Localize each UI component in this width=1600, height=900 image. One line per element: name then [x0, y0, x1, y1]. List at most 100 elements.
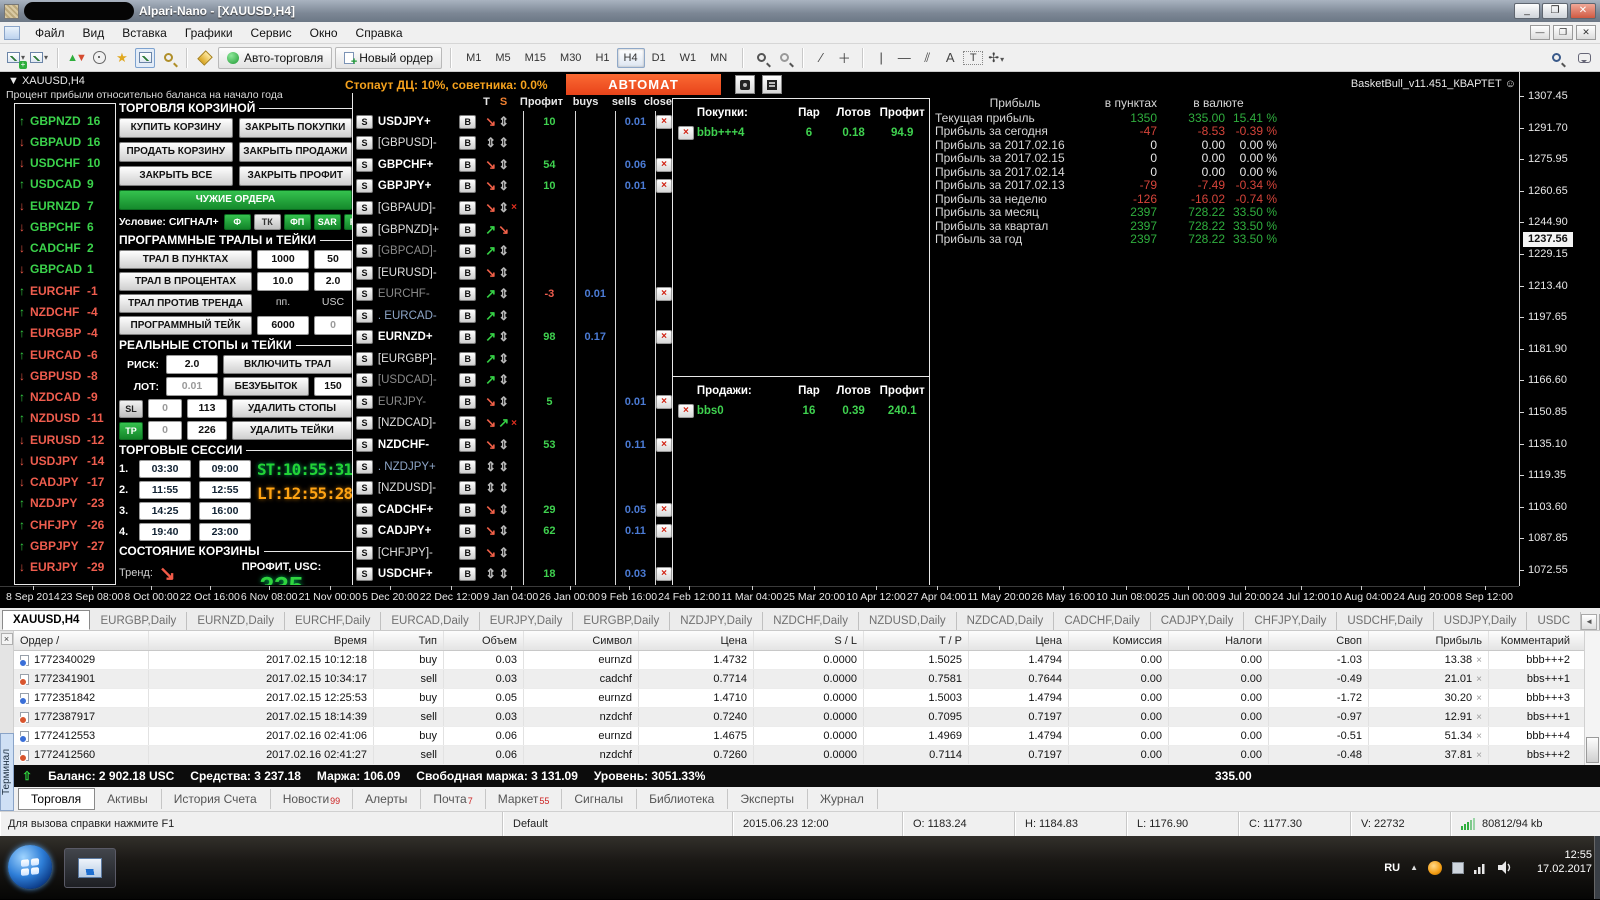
terminal-tab[interactable]: Алерты [353, 789, 421, 809]
order-row[interactable]: 1772412560 2017.02.16 02:41:27 sell 0.06… [14, 746, 1584, 765]
tral-points-button[interactable]: ТРАЛ В ПУНКТАХ [119, 250, 252, 269]
close-pair-button[interactable]: × [656, 395, 672, 409]
sell-pair-button[interactable]: S [356, 481, 373, 495]
buy-pair-button[interactable]: B [459, 158, 476, 172]
tp-tag[interactable]: TP [119, 422, 143, 440]
prog-take-button[interactable]: ПРОГРАММНЫЙ ТЕЙК [119, 316, 252, 335]
terminal-icon[interactable] [135, 48, 155, 68]
buy-pair-button[interactable]: B [459, 481, 476, 495]
close-basket-button[interactable]: × [678, 126, 694, 140]
sell-pair-button[interactable]: S [356, 546, 373, 560]
session-to-field[interactable]: 23:00 [199, 523, 251, 541]
tp-field-1[interactable]: 0 [148, 421, 182, 440]
terminal-vertical-tab[interactable]: Терминал [0, 733, 14, 811]
orders-column-header[interactable]: Тип [374, 631, 444, 650]
sell-pair-button[interactable]: S [356, 330, 373, 344]
buy-pair-button[interactable]: B [459, 438, 476, 452]
signal-toggle[interactable]: SAR [314, 214, 341, 230]
automat-button[interactable]: АВТОМАТ [566, 74, 721, 95]
sell-pair-button[interactable]: S [356, 223, 373, 237]
chart-tab[interactable]: CADJPY,Daily [1151, 612, 1245, 630]
sell-pair-button[interactable]: S [356, 524, 373, 538]
tabs-scroll-left-button[interactable]: ◄ [1581, 614, 1597, 630]
sell-pair-button[interactable]: S [356, 352, 373, 366]
close-pair-button[interactable]: × [656, 287, 672, 301]
autotrading-button[interactable]: Авто-торговля [218, 47, 332, 69]
new-chart-icon[interactable]: +▾ [6, 48, 26, 68]
buy-pair-button[interactable]: B [459, 244, 476, 258]
market-watch-icon[interactable]: ▲▼ [66, 48, 86, 68]
order-row[interactable]: 1772412553 2017.02.16 02:41:06 buy 0.06 … [14, 727, 1584, 746]
sl-tag[interactable]: SL [119, 400, 143, 418]
scrollbar-thumb[interactable] [1586, 737, 1599, 763]
terminal-tab[interactable]: Почта7 [421, 789, 485, 809]
label-tool-icon[interactable]: T [963, 51, 983, 65]
orders-column-header[interactable]: Время [149, 631, 374, 650]
menu-item[interactable]: Вставка [113, 24, 176, 42]
order-close-x-icon[interactable]: × [1476, 674, 1482, 685]
navigator-icon[interactable]: ★ [112, 48, 132, 68]
start-button[interactable] [8, 845, 52, 889]
chart-tab[interactable]: EURGBP,Daily [90, 612, 187, 630]
taskbar-app-button[interactable] [64, 848, 116, 888]
buy-pair-button[interactable]: B [459, 352, 476, 366]
buy-pair-button[interactable]: B [459, 115, 476, 129]
cursor-tool-icon[interactable]: ∕ [811, 50, 831, 65]
buy-pair-button[interactable]: B [459, 330, 476, 344]
orders-column-header[interactable]: Комментарий [1489, 631, 1584, 650]
buy-pair-button[interactable]: B [459, 309, 476, 323]
tral-points-field-2[interactable]: 50 [314, 250, 352, 269]
close-all-button[interactable]: ЗАКРЫТЬ ВСЕ [119, 166, 233, 186]
tray-action-center-icon[interactable] [1452, 862, 1464, 874]
chart-tab[interactable]: EURCHF,Daily [285, 612, 381, 630]
restore-button[interactable]: ❐ [1542, 3, 1568, 19]
mdi-close-button[interactable]: ✕ [1576, 25, 1596, 40]
sell-pair-button[interactable]: S [356, 201, 373, 215]
vline-tool-icon[interactable]: | [871, 50, 891, 65]
chart-tab[interactable]: NZDCAD,Daily [957, 612, 1055, 630]
text-tool-icon[interactable]: A [940, 50, 960, 65]
session-to-field[interactable]: 09:00 [199, 460, 251, 478]
sell-pair-button[interactable]: S [356, 373, 373, 387]
chart-tab[interactable]: EURJPY,Daily [480, 612, 574, 630]
sell-pair-button[interactable]: S [356, 136, 373, 150]
buy-pair-button[interactable]: B [459, 503, 476, 517]
timeframe-button[interactable]: M5 [488, 48, 517, 68]
profiles-icon[interactable]: ▾ [29, 48, 49, 68]
orders-column-header[interactable]: Объем [444, 631, 524, 650]
chat-icon[interactable] [1574, 48, 1594, 68]
buy-pair-button[interactable]: B [459, 460, 476, 474]
buy-pair-button[interactable]: B [459, 266, 476, 280]
language-indicator[interactable]: RU [1384, 862, 1400, 874]
timeframe-button[interactable]: W1 [673, 48, 704, 68]
sell-pair-button[interactable]: S [356, 309, 373, 323]
zoom-in-icon[interactable] [751, 48, 771, 68]
sell-pair-button[interactable]: S [356, 266, 373, 280]
search-icon[interactable] [1546, 48, 1566, 68]
prog-take-field-2[interactable]: 0 [314, 316, 352, 335]
mdi-minimize-button[interactable]: — [1530, 25, 1550, 40]
sell-pair-button[interactable]: S [356, 460, 373, 474]
order-row[interactable]: 1772351842 2017.02.15 12:25:53 buy 0.05 … [14, 689, 1584, 708]
menu-item[interactable]: Вид [74, 24, 114, 42]
close-pair-button[interactable]: × [656, 438, 672, 452]
chart-tab[interactable]: USDJPY,Daily [1434, 612, 1528, 630]
tray-expand-icon[interactable]: ▲ [1410, 863, 1418, 872]
buy-pair-button[interactable]: B [459, 524, 476, 538]
network-icon[interactable] [1474, 862, 1488, 874]
volume-icon[interactable] [1498, 861, 1512, 874]
buy-pair-button[interactable]: B [459, 395, 476, 409]
timeframe-button[interactable]: M15 [518, 48, 553, 68]
sl-field-2[interactable]: 113 [187, 399, 227, 418]
chart-tab[interactable]: CHFJPY,Daily [1244, 612, 1337, 630]
session-from-field[interactable]: 03:30 [139, 460, 191, 478]
session-from-field[interactable]: 11:55 [139, 481, 191, 499]
buy-pair-button[interactable]: B [459, 136, 476, 150]
orders-column-header[interactable]: Налоги [1169, 631, 1269, 650]
taskbar-clock[interactable]: 12:55 17.02.2017 [1537, 848, 1592, 876]
orders-column-header[interactable]: Цена [969, 631, 1069, 650]
close-pair-button[interactable]: × [656, 179, 672, 193]
new-order-button[interactable]: Новый ордер [335, 47, 442, 69]
buy-pair-button[interactable]: B [459, 546, 476, 560]
terminal-close-icon[interactable]: × [1, 633, 13, 645]
